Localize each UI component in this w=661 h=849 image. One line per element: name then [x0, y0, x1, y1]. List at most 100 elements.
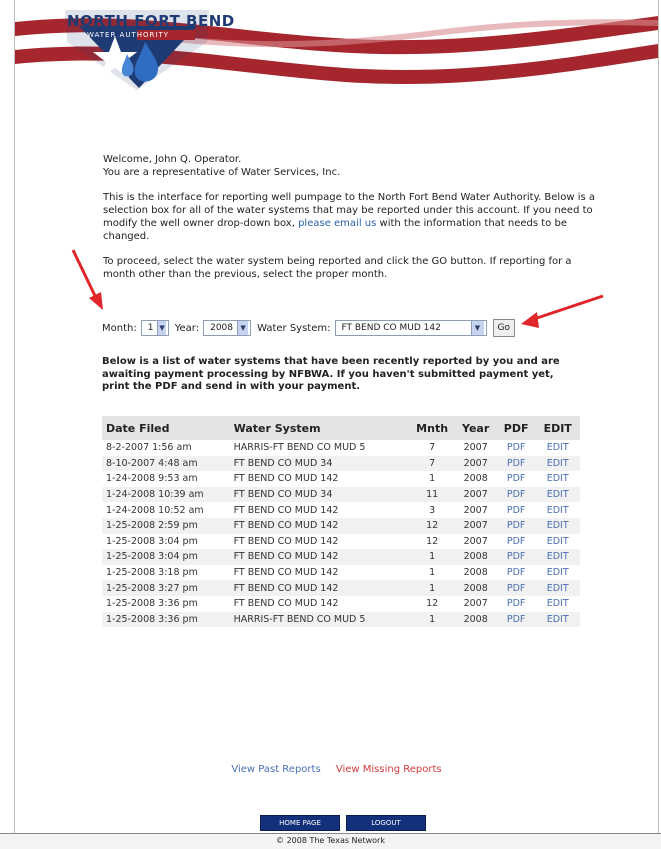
water-system-cell: FT BEND CO MUD 142 — [233, 598, 339, 610]
month-select[interactable]: 1 ▼ — [140, 320, 169, 336]
pdf-link[interactable]: PDF — [496, 517, 536, 534]
date-filed-cell: 1-25-2008 3:36 pm — [106, 598, 198, 610]
annotation-arrow-right — [521, 294, 604, 328]
date-filed-cell: 1-25-2008 3:18 pm — [106, 567, 198, 579]
table-row: 1-25-2008 3:27 pm FT BEND CO MUD 142 1 2008… — [102, 580, 580, 596]
pdf-link[interactable]: PDF — [496, 549, 536, 565]
year-select[interactable]: 2008 ▼ — [203, 320, 252, 336]
edit-link[interactable]: EDIT — [535, 471, 580, 487]
view-missing-reports-link[interactable]: View Missing Reports — [336, 764, 442, 775]
month-value: 1 — [147, 323, 154, 333]
pdf-link[interactable]: PDF — [497, 502, 535, 518]
recent-reports-table: Date Filed Water System Mnth Year PDF ED… — [102, 416, 580, 628]
year-cell: 2007 — [463, 535, 488, 547]
year-cell: 2008 — [463, 473, 488, 485]
pdf-link[interactable]: PDF — [497, 534, 535, 550]
year-cell: 2007 — [463, 504, 488, 516]
table-row: 1-25-2008 3:04 pm FT BEND CO MUD 142 1 2008… — [102, 549, 580, 565]
email-us-link[interactable]: please email us — [298, 218, 376, 229]
month-cell: 1 — [409, 580, 455, 596]
home-page-button[interactable]: HOME PAGE — [260, 815, 340, 831]
year-value: 2008 — [210, 323, 233, 333]
month-label: Month: — [102, 322, 137, 334]
month-cell: 12 — [409, 517, 455, 534]
chevron-down-icon: ▼ — [470, 321, 484, 335]
pdf-link[interactable]: PDF — [497, 596, 535, 612]
report-links: View Past Reports View Missing Reports — [15, 764, 658, 775]
pdf-link[interactable]: PDF — [497, 565, 535, 581]
date-filed-cell: 1-25-2008 3:27 pm — [102, 580, 230, 596]
year-cell: 2008 — [454, 549, 497, 565]
month-cell: 1 — [409, 549, 455, 565]
water-system-cell: FT BEND CO MUD 142 — [229, 580, 410, 596]
date-filed-cell: 1-24-2008 10:52 am — [106, 504, 204, 516]
table-row: 1-25-2008 3:36 pm HARRIS-FT BEND CO MUD 5… — [102, 611, 580, 628]
welcome-line-2: You are a representative of Water Servic… — [103, 167, 341, 178]
month-cell: 1 — [409, 611, 455, 628]
water-system-value: FT BEND CO MUD 142 — [341, 323, 441, 333]
edit-link[interactable]: EDIT — [535, 486, 580, 503]
month-cell: 12 — [426, 598, 439, 610]
report-controls: Month: 1 ▼ Year: 2008 ▼ Water System: FT… — [102, 318, 515, 338]
logout-button[interactable]: LOGOUT — [346, 815, 426, 831]
pdf-link[interactable]: PDF — [497, 471, 535, 487]
water-system-cell: FT BEND CO MUD 142 — [233, 567, 339, 579]
go-button[interactable]: Go — [492, 319, 515, 337]
year-label: Year: — [174, 322, 200, 334]
pdf-link[interactable]: PDF — [496, 486, 536, 503]
table-row: 1-25-2008 3:04 pm FT BEND CO MUD 142 12 200… — [102, 534, 580, 550]
table-header-row: Date Filed Water System Mnth Year PDF ED… — [102, 416, 580, 440]
edit-link[interactable]: EDIT — [535, 580, 580, 596]
water-system-cell: FT BEND CO MUD 142 — [233, 473, 339, 485]
table-row: 8-2-2007 1:56 am HARRIS-FT BEND CO MUD 5 7… — [102, 440, 580, 456]
date-filed-cell: 8-10-2007 4:48 am — [102, 455, 230, 472]
month-cell: 7 — [429, 442, 436, 454]
page-frame: NORTH FORT BEND WATER AUTHORITY Welcome,… — [14, 0, 659, 838]
pdf-link[interactable]: PDF — [496, 611, 536, 628]
edit-link[interactable]: EDIT — [535, 611, 580, 628]
water-system-select[interactable]: FT BEND CO MUD 142 ▼ — [334, 320, 487, 336]
edit-link[interactable]: EDIT — [535, 517, 580, 534]
year-cell: 2007 — [454, 517, 497, 534]
header-water-system: Water System — [229, 416, 410, 440]
year-cell: 2007 — [463, 598, 488, 610]
edit-link[interactable]: EDIT — [535, 549, 580, 565]
welcome-line-1: Welcome, John Q. Operator. — [103, 154, 242, 165]
month-cell: 11 — [409, 486, 455, 503]
table-row: 1-25-2008 3:18 pm FT BEND CO MUD 142 1 2008… — [102, 565, 580, 581]
pdf-link[interactable]: PDF — [497, 440, 535, 456]
date-filed-cell: 1-24-2008 9:53 am — [106, 473, 198, 485]
year-cell: 2008 — [454, 611, 497, 628]
month-cell: 7 — [409, 455, 455, 472]
chevron-down-icon: ▼ — [157, 321, 166, 335]
table-row: 8-10-2007 4:48 am FT BEND CO MUD 34 7 2007 P… — [102, 455, 580, 472]
intro-paragraph: This is the interface for reporting well… — [103, 191, 595, 243]
edit-link[interactable]: EDIT — [535, 455, 580, 472]
table-body: 8-2-2007 1:56 am HARRIS-FT BEND CO MUD 5 7… — [102, 440, 580, 628]
chevron-down-icon: ▼ — [237, 321, 249, 335]
edit-link[interactable]: EDIT — [535, 534, 580, 550]
edit-link[interactable]: EDIT — [535, 596, 580, 612]
logo-title: NORTH FORT BEND — [67, 12, 235, 30]
water-system-cell: HARRIS-FT BEND CO MUD 5 — [233, 442, 366, 454]
year-cell: 2007 — [463, 442, 488, 454]
edit-link[interactable]: EDIT — [535, 565, 580, 581]
view-past-reports-link[interactable]: View Past Reports — [231, 764, 320, 775]
month-cell: 1 — [429, 473, 436, 485]
date-filed-cell: 1-25-2008 2:59 pm — [102, 517, 230, 534]
year-cell: 2008 — [463, 567, 488, 579]
table-row: 1-24-2008 9:53 am FT BEND CO MUD 142 1 2008… — [102, 471, 580, 487]
pdf-link[interactable]: PDF — [496, 455, 536, 472]
annotation-arrow-left — [71, 249, 103, 310]
edit-link[interactable]: EDIT — [535, 440, 580, 456]
table-row: 1-24-2008 10:52 am FT BEND CO MUD 142 3 200… — [102, 502, 580, 518]
table-row: 1-24-2008 10:39 am FT BEND CO MUD 34 11 200… — [102, 486, 580, 503]
date-filed-cell: 1-24-2008 10:39 am — [102, 486, 230, 503]
welcome-text: Welcome, John Q. Operator. You are a rep… — [103, 153, 595, 179]
header-banner: NORTH FORT BEND WATER AUTHORITY — [15, 0, 658, 100]
date-filed-cell: 1-25-2008 3:04 pm — [106, 535, 198, 547]
water-system-cell: HARRIS-FT BEND CO MUD 5 — [229, 611, 410, 628]
pdf-link[interactable]: PDF — [496, 580, 536, 596]
edit-link[interactable]: EDIT — [535, 502, 580, 518]
nav-buttons: HOME PAGE LOGOUT — [260, 815, 426, 831]
